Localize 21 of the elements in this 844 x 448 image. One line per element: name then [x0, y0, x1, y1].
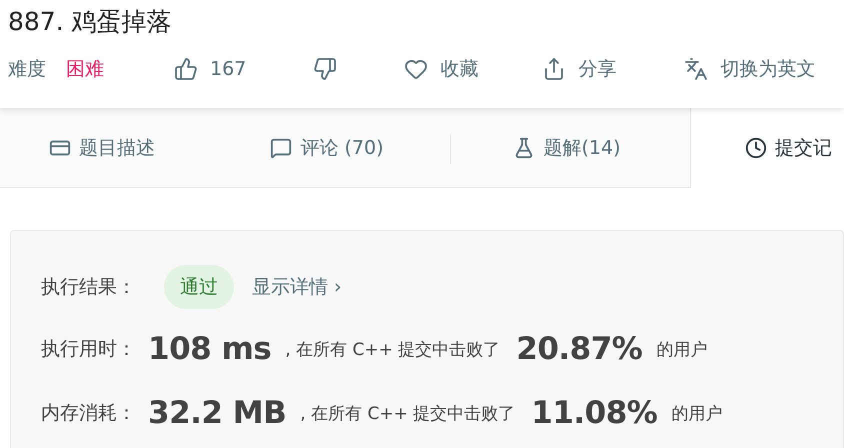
share-button[interactable]: 分享: [542, 56, 616, 82]
metric-suffix: 的用户: [656, 338, 708, 360]
metric-value: 32.2 MB: [148, 395, 286, 431]
details-link[interactable]: 显示详情 ›: [252, 274, 342, 300]
translate-button[interactable]: 切换为英文: [684, 56, 816, 82]
tab[interactable]: 提交记: [690, 108, 844, 188]
metric-text: , 在所有 C++ 提交中击败了: [300, 402, 516, 424]
problem-title: 887. 鸡蛋掉落: [8, 6, 173, 38]
metric-label: 执行用时：: [41, 337, 136, 362]
metric-value: 108 ms: [148, 331, 272, 367]
difficulty-level: 困难: [66, 57, 104, 82]
favorite-button[interactable]: 收藏: [404, 56, 478, 82]
difficulty-label: 难度: [8, 57, 46, 82]
result-label: 执行结果：: [41, 275, 136, 300]
metric-percent: 20.87%: [516, 331, 642, 367]
like-button[interactable]: 167: [174, 57, 246, 81]
metric-text: , 在所有 C++ 提交中击败了: [285, 338, 500, 360]
metric-label: 内存消耗：: [41, 401, 136, 426]
metric-percent: 11.08%: [531, 395, 658, 431]
metric-suffix: 的用户: [671, 402, 722, 424]
status-tag: 通过: [164, 265, 234, 309]
